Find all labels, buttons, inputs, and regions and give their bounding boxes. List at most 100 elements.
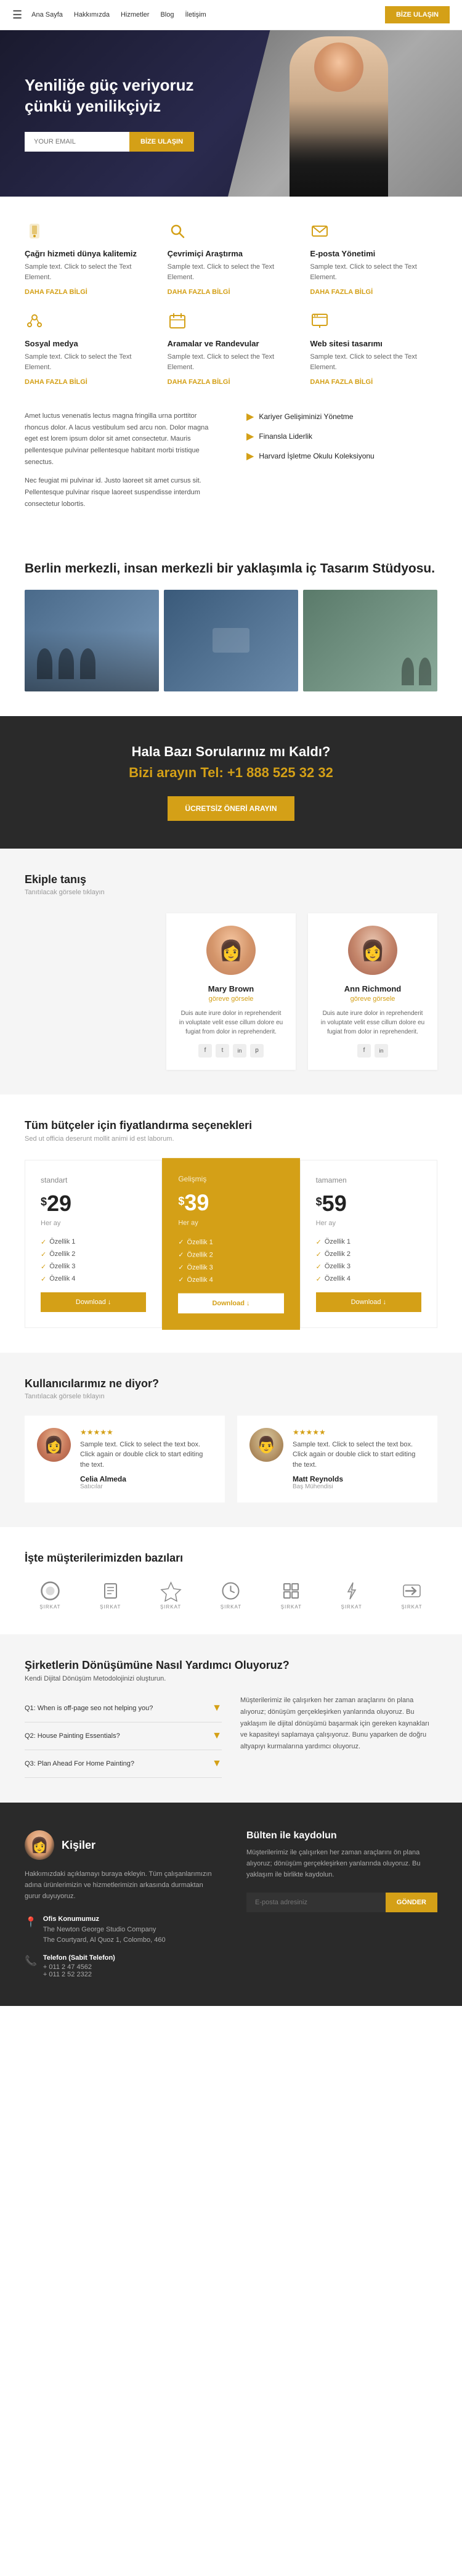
testimonial-2-content: ★★★★★ Sample text. Click to select the t… bbox=[293, 1428, 425, 1491]
footer-logo: 👩 Kişiler bbox=[25, 1830, 216, 1860]
facebook-icon-ann[interactable]: f bbox=[357, 1044, 371, 1058]
team-desc-mary: Duis aute irure dolor in reprehenderit i… bbox=[179, 1009, 283, 1037]
hero-cta-button[interactable]: BİZE ULAŞIN bbox=[129, 132, 194, 152]
faq-subtitle: Kendi Dijital Dönüşüm Metodolojinizi olu… bbox=[25, 1675, 437, 1682]
faq-item-2[interactable]: Q2: House Painting Essentials? ▼ bbox=[25, 1722, 222, 1750]
pricing-tier-standard: standart bbox=[41, 1176, 146, 1184]
team-subtitle: Tanıtılacak görsele tıklayın bbox=[25, 889, 437, 896]
service-social: Sosyal medya Sample text. Click to selec… bbox=[25, 311, 152, 386]
twitter-icon[interactable]: t bbox=[216, 1044, 229, 1058]
nav-link-services[interactable]: Hizmetler bbox=[121, 11, 149, 18]
faq-q3: Q3: Plan Ahead For Home Painting? bbox=[25, 1760, 134, 1767]
contact-button[interactable]: BİZE ULAŞIN bbox=[385, 6, 450, 23]
newsletter-submit-button[interactable]: GÖNDER bbox=[386, 1893, 437, 1912]
pricing-feature-c4: ✓Özellik 4 bbox=[316, 1275, 421, 1283]
service-4-link[interactable]: DAHA FAZLA BİLGİ bbox=[25, 378, 87, 386]
course-2-label: Finansla Liderlik bbox=[259, 432, 312, 441]
avatar-celia: 👩 bbox=[37, 1428, 71, 1462]
pricing-download-featured[interactable]: Download ↓ bbox=[178, 1293, 283, 1313]
pricing-feature-c1: ✓Özellik 1 bbox=[316, 1238, 421, 1246]
footer-brand-col: 👩 Kişiler Hakkımızdaki açıklamayı buraya… bbox=[25, 1830, 216, 1978]
team-desc-ann: Duis aute irure dolor in reprehenderit i… bbox=[320, 1009, 425, 1037]
cta-call-button[interactable]: ÜCRETSİZ ÖNERİ ARAYIN bbox=[168, 796, 294, 821]
email-input[interactable] bbox=[25, 132, 129, 152]
phone-1: + 011 2 47 4562 bbox=[43, 1963, 115, 1971]
service-6-title: Web sitesi tasarımı bbox=[310, 339, 437, 348]
faq-layout: Q1: When is off-page seo not helping you… bbox=[25, 1695, 437, 1778]
nav-link-blog[interactable]: Blog bbox=[160, 11, 174, 18]
linkedin-icon-ann[interactable]: in bbox=[375, 1044, 388, 1058]
nav-links: Ana Sayfa Hakkımızda Hizmetler Blog İlet… bbox=[31, 11, 385, 18]
client-logo-1: ŞIRKAT bbox=[39, 1580, 61, 1610]
search-icon bbox=[168, 221, 295, 243]
pricing-feature-s3: ✓Özellik 3 bbox=[41, 1263, 146, 1271]
web-icon bbox=[310, 311, 437, 333]
client-logo-2: ŞIRKAT bbox=[100, 1580, 121, 1610]
faq-item-3[interactable]: Q3: Plan Ahead For Home Painting? ▼ bbox=[25, 1750, 222, 1778]
testimonial-2: 👨 ★★★★★ Sample text. Click to select the… bbox=[237, 1416, 437, 1503]
team-socials-ann: f in bbox=[320, 1044, 425, 1058]
testimonial-1-content: ★★★★★ Sample text. Click to select the t… bbox=[80, 1428, 213, 1491]
services-row-2: Sosyal medya Sample text. Click to selec… bbox=[25, 311, 437, 386]
testimonials-heading: Kullanıcılarımız ne diyor? bbox=[25, 1377, 437, 1390]
footer-desc: Hakkımızdaki açıklamayı buraya ekleyin. … bbox=[25, 1869, 216, 1902]
cta-phone: Bizi arayın Tel: +1 888 525 32 32 bbox=[25, 765, 437, 781]
navbar: ☰ Ana Sayfa Hakkımızda Hizmetler Blog İl… bbox=[0, 0, 462, 30]
pinterest-icon[interactable]: p bbox=[250, 1044, 264, 1058]
client-logo-6: ŞIRKAT bbox=[341, 1580, 362, 1610]
services-section: Çağrı hizmeti dünya kalitemiz Sample tex… bbox=[0, 197, 462, 410]
pricing-feature-s4: ✓Özellik 4 bbox=[41, 1275, 146, 1283]
pricing-tier-complete: tamamen bbox=[316, 1176, 421, 1184]
pricing-download-complete[interactable]: Download ↓ bbox=[316, 1292, 421, 1312]
stars-1: ★★★★★ bbox=[80, 1428, 213, 1437]
course-1-label: Kariyer Gelişiminizi Yönetme bbox=[259, 412, 353, 421]
facebook-icon[interactable]: f bbox=[198, 1044, 212, 1058]
service-1-link[interactable]: DAHA FAZLA BİLGİ bbox=[25, 288, 87, 296]
testimonial-2-name: Matt Reynolds bbox=[293, 1475, 425, 1483]
pricing-feature-c2: ✓Özellik 2 bbox=[316, 1250, 421, 1258]
hero-content: Yeniliğe güç veriyoruz çünkü yenilikçiyi… bbox=[25, 75, 209, 152]
service-5-link[interactable]: DAHA FAZLA BİLGİ bbox=[168, 378, 230, 386]
pricing-price-complete: $59 bbox=[316, 1191, 421, 1217]
nav-link-contact[interactable]: İletişim bbox=[185, 11, 206, 18]
nav-link-about[interactable]: Hakkımızda bbox=[74, 11, 110, 18]
newsletter-email-input[interactable] bbox=[246, 1893, 386, 1912]
nav-link-home[interactable]: Ana Sayfa bbox=[31, 11, 63, 18]
faq-q2: Q2: House Painting Essentials? bbox=[25, 1732, 120, 1740]
studio-image-2 bbox=[164, 590, 298, 691]
avatar-matt: 👨 bbox=[249, 1428, 283, 1462]
team-card-mary: 👩 Mary Brown göreve görsele Duis aute ir… bbox=[166, 913, 296, 1070]
phone-icon bbox=[25, 221, 152, 243]
pricing-feature-f4: ✓Özellik 4 bbox=[178, 1276, 283, 1284]
studio-image-1 bbox=[25, 590, 159, 691]
footer-brand-name: Kişiler bbox=[62, 1839, 95, 1852]
team-role-mary: göreve görsele bbox=[179, 995, 283, 1003]
service-appointments: Aramalar ve Randevular Sample text. Clic… bbox=[168, 311, 295, 386]
clients-heading: İşte müşterilerimizden bazıları bbox=[25, 1552, 437, 1565]
service-3-link[interactable]: DAHA FAZLA BİLGİ bbox=[310, 288, 373, 296]
services-row-1: Çağrı hizmeti dünya kalitemiz Sample tex… bbox=[25, 221, 437, 296]
course-item-2[interactable]: ▶ Finansla Liderlik bbox=[246, 430, 437, 442]
pricing-plan-complete: tamamen $59 Her ay ✓Özellik 1 ✓Özellik 2… bbox=[300, 1160, 437, 1328]
service-2-link[interactable]: DAHA FAZLA BİLGİ bbox=[168, 288, 230, 296]
testimonial-1-title: Satıcılar bbox=[80, 1483, 213, 1490]
studio-images bbox=[25, 590, 437, 691]
pricing-section: Tüm bütçeler için fiyatlandırma seçenekl… bbox=[0, 1094, 462, 1353]
faq-item-1[interactable]: Q1: When is off-page seo not helping you… bbox=[25, 1695, 222, 1722]
service-5-title: Aramalar ve Randevular bbox=[168, 339, 295, 348]
footer-newsletter-col: Bülten ile kaydolun Müşterilerimiz ile ç… bbox=[246, 1830, 437, 1978]
course-item-1[interactable]: ▶ Kariyer Gelişiminizi Yönetme bbox=[246, 410, 437, 423]
course-item-3[interactable]: ▶ Harvard İşletme Okulu Koleksiyonu bbox=[246, 450, 437, 462]
hero-person bbox=[277, 30, 400, 197]
footer-office: 📍 Ofis Konumumuz The Newton George Studi… bbox=[25, 1915, 216, 1945]
faq-heading: Şirketlerin Dönüşümüne Nasıl Yardımcı Ol… bbox=[25, 1659, 437, 1672]
pricing-subtitle: Sed ut officia deserunt mollit animi id … bbox=[25, 1135, 437, 1143]
service-6-link[interactable]: DAHA FAZLA BİLGİ bbox=[310, 378, 373, 386]
linkedin-icon[interactable]: in bbox=[233, 1044, 246, 1058]
course-3-label: Harvard İşletme Okulu Koleksiyonu bbox=[259, 452, 374, 460]
pricing-download-standard[interactable]: Download ↓ bbox=[41, 1292, 146, 1312]
hamburger-icon[interactable]: ☰ bbox=[12, 9, 22, 22]
clients-logos: ŞIRKAT ŞIRKAT ŞIRKAT ŞIRKAT ŞIRKAT ŞIRKA… bbox=[25, 1580, 437, 1610]
pricing-feature-f3: ✓Özellik 3 bbox=[178, 1263, 283, 1271]
clients-section: İşte müşterilerimizden bazıları ŞIRKAT Ş… bbox=[0, 1527, 462, 1634]
